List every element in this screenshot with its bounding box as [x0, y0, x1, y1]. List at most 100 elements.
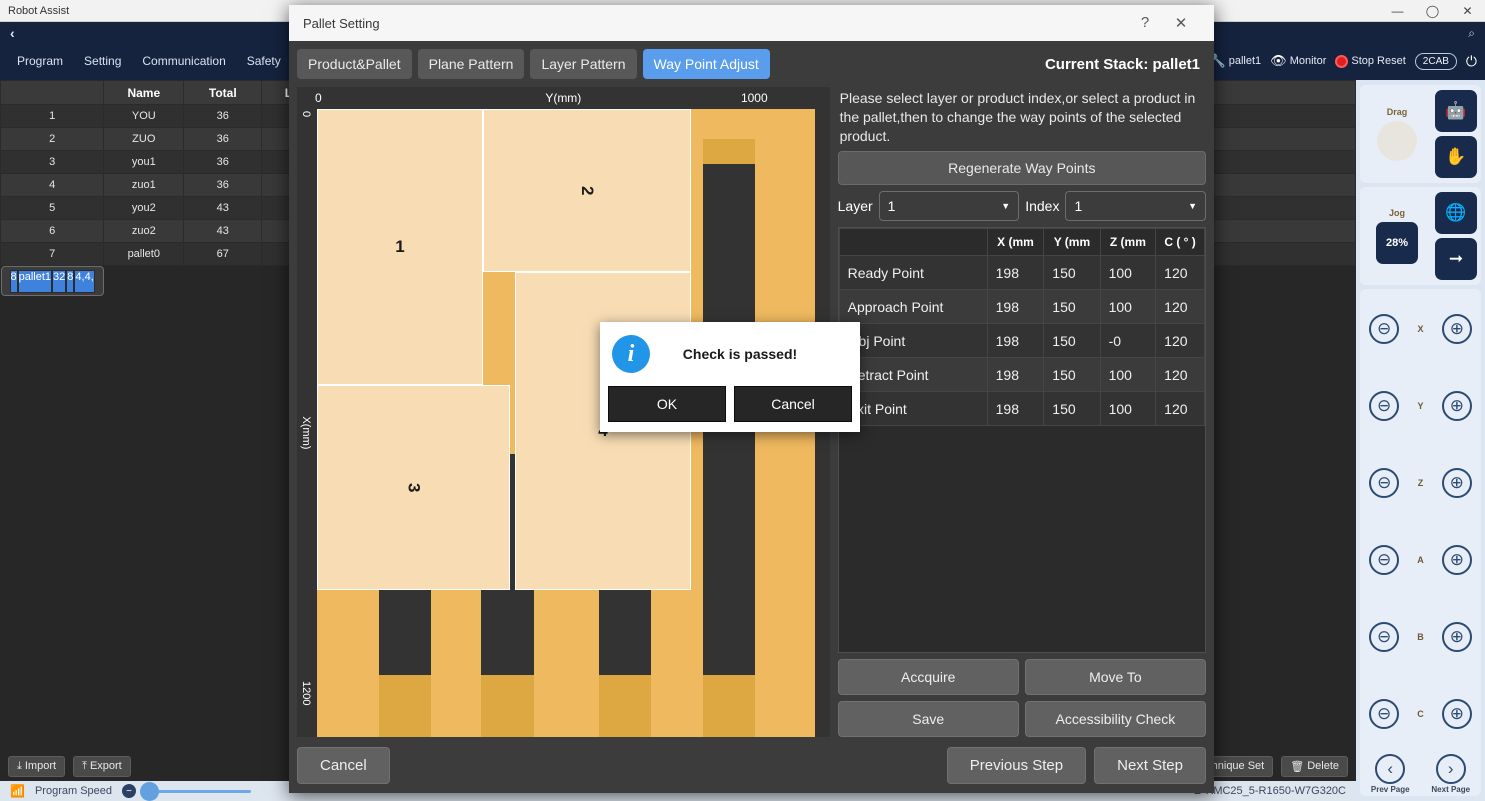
alert-cancel-button[interactable]: Cancel	[734, 386, 852, 422]
wp-x[interactable]: 198	[986, 255, 1045, 291]
wp-z[interactable]: -0	[1099, 323, 1157, 359]
wp-z[interactable]: 100	[1099, 357, 1157, 393]
waypoint-row[interactable]: Approach Point 198 150 100 120	[838, 289, 1205, 325]
wp-c[interactable]: 120	[1155, 357, 1205, 393]
stop-reset-button[interactable]: Stop Reset	[1335, 54, 1406, 68]
waypoint-row[interactable]: Retract Point 198 150 100 120	[838, 357, 1205, 393]
wp-y[interactable]: 150	[1043, 357, 1101, 393]
nav-item-program[interactable]: Program	[8, 49, 72, 73]
row-name: you2	[103, 196, 185, 220]
delete-button[interactable]: 🗑 Delete	[1281, 755, 1348, 777]
hand-add-icon[interactable]: ✋	[1435, 136, 1477, 178]
row-index: 2	[0, 127, 105, 151]
wp-c[interactable]: 120	[1155, 323, 1205, 359]
nav-item-communication[interactable]: Communication	[133, 49, 234, 73]
jog-z-minus-button[interactable]: ⊖	[1369, 468, 1400, 499]
jog-a-plus-button[interactable]: ⊕	[1441, 544, 1472, 575]
close-icon[interactable]: ✕	[1450, 0, 1485, 22]
wp-name: Ready Point	[838, 255, 988, 291]
wp-y[interactable]: 150	[1043, 255, 1101, 291]
waypoint-row[interactable]: Exit Point 198 150 100 120	[838, 391, 1205, 427]
layer-select[interactable]: 1 ▼	[878, 191, 1020, 222]
minimize-icon[interactable]: —	[1380, 0, 1415, 22]
layer-label: Layer	[837, 198, 873, 215]
globe-icon[interactable]: 🌐	[1435, 192, 1477, 234]
tab-layer-pattern[interactable]: Layer Pattern	[530, 49, 637, 79]
wp-x[interactable]: 198	[986, 357, 1045, 393]
jog-speed-button[interactable]: 28%	[1376, 222, 1418, 264]
export-button[interactable]: ⤒ Export	[73, 755, 131, 777]
jog-x-plus-button[interactable]: ⊕	[1441, 314, 1472, 345]
import-button[interactable]: ⤓ Import	[8, 755, 66, 777]
index-select[interactable]: 1 ▼	[1065, 191, 1207, 222]
jog-c-plus-button[interactable]: ⊕	[1441, 698, 1472, 729]
wp-z[interactable]: 100	[1099, 255, 1157, 291]
alert-ok-button[interactable]: OK	[608, 386, 726, 422]
wp-y[interactable]: 150	[1043, 323, 1101, 359]
tab-way-point-adjust[interactable]: Way Point Adjust	[642, 49, 770, 79]
jog-y-minus-button[interactable]: ⊖	[1369, 391, 1400, 422]
jog-b-minus-button[interactable]: ⊖	[1369, 621, 1400, 652]
drag-dial[interactable]	[1377, 121, 1417, 161]
dialog-title: Pallet Setting	[303, 15, 380, 31]
previous-step-button[interactable]: Previous Step	[946, 746, 1087, 784]
jog-z-plus-button[interactable]: ⊕	[1441, 468, 1472, 499]
next-step-button[interactable]: Next Step	[1094, 746, 1206, 784]
dialog-cancel-button[interactable]: Cancel	[297, 746, 390, 784]
tab-plane-pattern[interactable]: Plane Pattern	[417, 49, 525, 79]
back-icon[interactable]: ‹	[10, 25, 15, 41]
project-name: pallet1	[1228, 55, 1262, 67]
row-name: ZUO	[103, 127, 185, 151]
acquire-button[interactable]: Accquire	[837, 659, 1019, 695]
wp-c[interactable]: 120	[1155, 255, 1205, 291]
jog-c-minus-button[interactable]: ⊖	[1369, 698, 1400, 729]
waypoint-row[interactable]: Obj Point 198 150 -0 120	[838, 323, 1205, 359]
wp-y[interactable]: 150	[1043, 391, 1101, 427]
dialog-close-icon[interactable]: ✕	[1166, 14, 1196, 32]
wp-c[interactable]: 120	[1155, 289, 1205, 325]
row-index: 6	[0, 219, 105, 243]
speed-decrease-button[interactable]: −	[122, 784, 136, 798]
save-button[interactable]: Save	[837, 701, 1019, 737]
jog-b-plus-button[interactable]: ⊕	[1441, 621, 1472, 652]
search-icon[interactable]: ⌕	[1468, 26, 1475, 41]
row-total: 36	[183, 104, 263, 128]
fast-forward-icon[interactable]: ➞	[1435, 238, 1477, 280]
product-box-1[interactable]: 1	[317, 109, 483, 385]
wp-x[interactable]: 198	[986, 391, 1045, 427]
next-page-button[interactable]: › Next Page	[1431, 753, 1470, 794]
layer-index-row: Layer 1 ▼ Index 1 ▼	[837, 191, 1207, 222]
jog-x-minus-button[interactable]: ⊖	[1369, 314, 1400, 345]
accessibility-check-button[interactable]: Accessibility Check	[1024, 701, 1206, 737]
maximize-icon[interactable]: ◯	[1415, 0, 1450, 22]
wp-z[interactable]: 100	[1099, 289, 1157, 325]
slider-knob[interactable]	[140, 781, 159, 801]
robot-arm-icon[interactable]: 🤖	[1435, 90, 1477, 132]
wp-z[interactable]: 100	[1099, 391, 1157, 427]
help-icon[interactable]: ?	[1130, 14, 1160, 32]
table-row-selected[interactable]: 8 pallet1 32 8 4,4,	[0, 266, 104, 296]
product-box-2[interactable]: 2	[483, 109, 691, 272]
wp-c[interactable]: 120	[1155, 391, 1205, 427]
jog-a-minus-button[interactable]: ⊖	[1369, 544, 1400, 575]
move-to-button[interactable]: Move To	[1024, 659, 1206, 695]
regenerate-way-points-button[interactable]: Regenerate Way Points	[837, 151, 1206, 186]
wp-y[interactable]: 150	[1043, 289, 1101, 325]
topbar-right-tools: 🔧 pallet1 👁 Monitor Stop Reset 2CAB ⏻	[1210, 52, 1485, 70]
nav-item-setting[interactable]: Setting	[75, 49, 130, 73]
project-indicator[interactable]: 🔧 pallet1	[1210, 53, 1262, 69]
program-speed-slider[interactable]	[140, 781, 251, 801]
product-box-3[interactable]: 3	[317, 385, 510, 590]
nav-item-safety[interactable]: Safety	[238, 49, 290, 73]
tab-product-pallet[interactable]: Product&Pallet	[297, 49, 412, 79]
cab-badge[interactable]: 2CAB	[1414, 52, 1457, 70]
power-icon[interactable]: ⏻	[1466, 53, 1477, 70]
prev-page-button[interactable]: ‹ Prev Page	[1371, 753, 1410, 794]
jog-y-plus-button[interactable]: ⊕	[1441, 391, 1472, 422]
wp-x[interactable]: 198	[986, 323, 1045, 359]
wp-x[interactable]: 198	[986, 289, 1045, 325]
chevron-right-icon: ›	[1435, 753, 1466, 784]
waypoint-row[interactable]: Ready Point 198 150 100 120	[838, 255, 1205, 291]
import-label: Import	[24, 760, 57, 772]
monitor-button[interactable]: 👁 Monitor	[1270, 53, 1326, 69]
